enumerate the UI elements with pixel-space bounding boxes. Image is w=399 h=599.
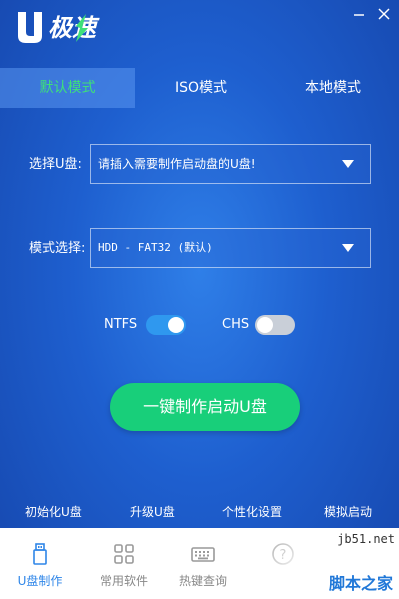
- usb-select[interactable]: 请插入需要制作启动盘的U盘!: [90, 144, 371, 184]
- toggle-knob: [257, 317, 273, 333]
- watermark-site: jb51.net: [337, 532, 395, 546]
- keyboard-icon: [191, 542, 215, 566]
- ntfs-toggle[interactable]: [146, 315, 186, 335]
- quick-links: 初始化U盘 升级U盘 个性化设置 模拟启动: [0, 500, 399, 524]
- mode-select-label: 模式选择:: [29, 241, 86, 256]
- tab-default-mode[interactable]: 默认模式: [0, 68, 135, 108]
- toggle-knob: [168, 317, 184, 333]
- nav-label: U盘制作: [17, 574, 63, 588]
- mode-select-value: HDD - FAT32 (默认): [98, 241, 213, 254]
- tab-iso-mode[interactable]: ISO模式: [135, 68, 267, 108]
- close-icon: [378, 8, 390, 20]
- nav-item-hotkey[interactable]: 热键查询: [163, 528, 243, 599]
- chevron-down-icon: [342, 160, 354, 168]
- nav-item-usb-make[interactable]: U盘制作: [0, 528, 80, 599]
- chs-label: CHS: [222, 317, 250, 332]
- nav-label: 热键查询: [178, 574, 227, 588]
- upgrade-usb-link[interactable]: 升级U盘: [130, 500, 175, 524]
- create-boot-usb-button[interactable]: 一键制作启动U盘: [110, 383, 300, 431]
- mode-select-row: 模式选择: HDD - FAT32 (默认): [0, 228, 399, 270]
- tab-local-mode[interactable]: 本地模式: [267, 68, 399, 108]
- site-watermark: jb51.net 脚本之家: [262, 528, 399, 599]
- nav-label: 常用软件: [99, 574, 148, 588]
- chs-toggle[interactable]: [255, 315, 295, 335]
- chevron-down-icon: [342, 244, 354, 252]
- watermark-name: 脚本之家: [328, 574, 393, 593]
- usb-select-row: 选择U盘: 请插入需要制作启动盘的U盘!: [0, 144, 399, 186]
- title-bar: 极速: [0, 0, 399, 66]
- usb-select-label: 选择U盘:: [29, 157, 82, 172]
- simulate-boot-link[interactable]: 模拟启动: [324, 500, 372, 524]
- svg-text:极速: 极速: [48, 14, 100, 42]
- format-options: NTFS CHS: [0, 312, 399, 338]
- close-button[interactable]: [377, 6, 391, 20]
- personalize-link[interactable]: 个性化设置: [222, 500, 282, 524]
- init-usb-link[interactable]: 初始化U盘: [25, 500, 82, 524]
- mode-select[interactable]: HDD - FAT32 (默认): [90, 228, 371, 268]
- mode-tabs: 默认模式 ISO模式 本地模式: [0, 68, 399, 108]
- apps-grid-icon: [112, 542, 136, 566]
- nav-item-software[interactable]: 常用软件: [84, 528, 164, 599]
- ntfs-label: NTFS: [104, 317, 138, 332]
- usb-drive-icon: [28, 542, 52, 566]
- minimize-button[interactable]: [352, 6, 366, 20]
- app-logo: 极速: [14, 6, 134, 46]
- usb-select-value: 请插入需要制作启动盘的U盘!: [98, 157, 256, 171]
